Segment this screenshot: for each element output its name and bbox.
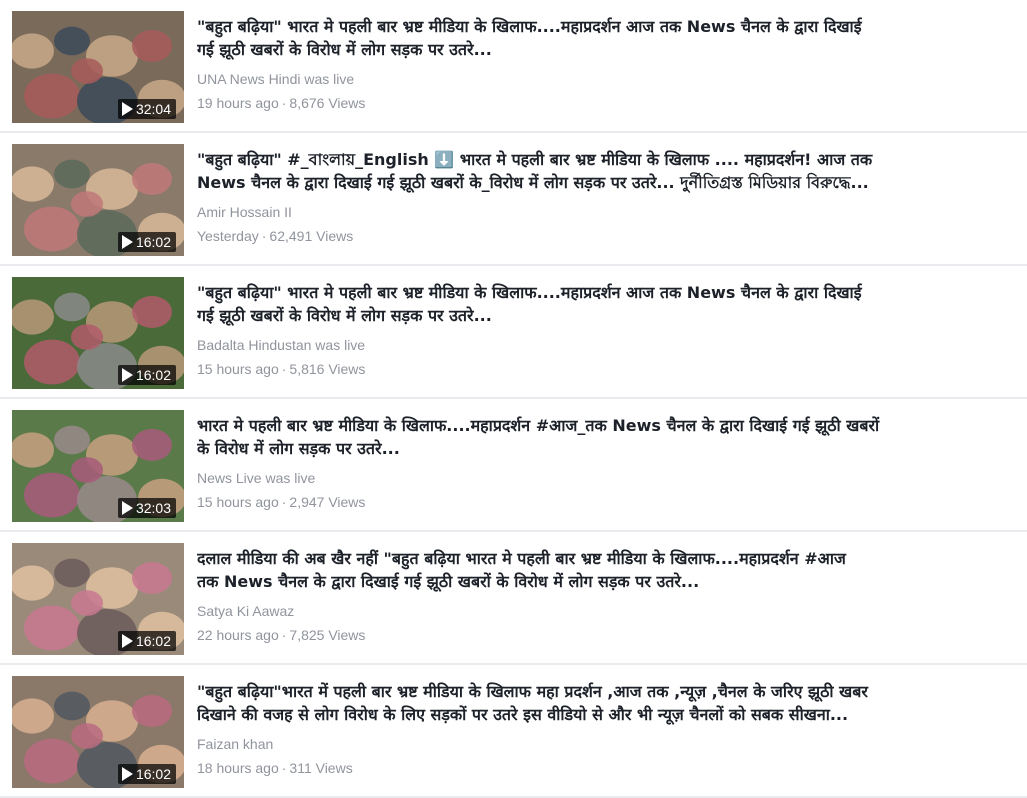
video-title-line: तक News चैनल के द्वारा दिखाई गई झूठी खबर… [197, 572, 700, 591]
video-title-line: दिखाने की वजह से लोग विरोध के लिए सड़कों… [197, 705, 849, 724]
play-icon [121, 368, 133, 382]
meta-separator: · [281, 95, 287, 111]
meta-separator: · [281, 494, 287, 510]
posted-time[interactable]: Yesterday [197, 228, 259, 244]
video-title-line: के विरोध में लोग सड़क पर उतरे... [197, 439, 400, 458]
video-meta: 19 hours ago · 8,676 Views [197, 95, 365, 111]
channel-name-link[interactable]: UNA News Hindi was live [197, 71, 354, 87]
duration-text: 32:04 [135, 101, 171, 117]
duration-text: 16:02 [135, 367, 171, 383]
view-count: 5,816 Views [289, 361, 366, 377]
video-thumbnail[interactable]: 32:04 [12, 11, 184, 123]
duration-badge: 32:03 [117, 498, 176, 518]
channel-name-link[interactable]: Faizan khan [197, 736, 273, 752]
video-list-item[interactable]: 32:04 "बहुत बढ़िया" भारत मे पहली बार भ्रष… [0, 0, 1027, 131]
meta-separator: · [281, 361, 287, 377]
duration-badge: 16:02 [117, 365, 176, 385]
video-list-item[interactable]: 16:02 "बहुत बढ़िया" #_বাংলায়_English ⬇️ … [0, 133, 1027, 264]
video-meta: 18 hours ago · 311 Views [197, 760, 353, 776]
video-thumbnail[interactable]: 16:02 [12, 543, 184, 655]
video-title-link[interactable]: "बहुत बढ़िया" भारत मे पहली बार भ्रष्ट मी… [197, 281, 1017, 327]
play-icon [121, 767, 133, 781]
video-title-link[interactable]: "बहुत बढ़िया" भारत मे पहली बार भ्रष्ट मी… [197, 15, 1017, 61]
play-icon [121, 235, 133, 249]
video-meta: 22 hours ago · 7,825 Views [197, 627, 365, 643]
video-list-item[interactable]: 32:03 भारत मे पहली बार भ्रष्ट मीडिया के ख… [0, 399, 1027, 530]
video-title-line: "बहुत बढ़िया"भारत में पहली बार भ्रष्ट मी… [197, 682, 868, 701]
video-meta: 15 hours ago · 2,947 Views [197, 494, 365, 510]
view-count: 2,947 Views [289, 494, 366, 510]
duration-text: 16:02 [135, 633, 171, 649]
meta-separator: · [261, 228, 267, 244]
video-title-link[interactable]: "बहुत बढ़िया" #_বাংলায়_English ⬇️ भारत … [197, 148, 1017, 194]
video-title-line: "बहुत बढ़िया" भारत मे पहली बार भ्रष्ट मी… [197, 283, 862, 302]
duration-text: 16:02 [135, 766, 171, 782]
duration-text: 16:02 [135, 234, 171, 250]
video-title-line: गई झूठी खबरों के विरोध में लोग सड़क पर उ… [197, 40, 492, 59]
video-list-item[interactable]: 16:02 "बहुत बढ़िया"भारत में पहली बार भ्रष… [0, 665, 1027, 796]
video-title-link[interactable]: भारत मे पहली बार भ्रष्ट मीडिया के खिलाफ.… [197, 414, 1017, 460]
video-title-link[interactable]: "बहुत बढ़िया"भारत में पहली बार भ्रष्ट मी… [197, 680, 1017, 726]
duration-badge: 32:04 [117, 99, 176, 119]
channel-name-link[interactable]: News Live was live [197, 470, 315, 486]
video-thumbnail[interactable]: 16:02 [12, 144, 184, 256]
duration-badge: 16:02 [117, 232, 176, 252]
play-icon [121, 102, 133, 116]
duration-text: 32:03 [135, 500, 171, 516]
posted-time[interactable]: 15 hours ago [197, 361, 279, 377]
meta-separator: · [281, 627, 287, 643]
play-icon [121, 634, 133, 648]
video-title-line: "बहुत बढ़िया" भारत मे पहली बार भ्रष्ट मी… [197, 17, 862, 36]
posted-time[interactable]: 22 hours ago [197, 627, 279, 643]
posted-time[interactable]: 15 hours ago [197, 494, 279, 510]
video-title-line: भारत मे पहली बार भ्रष्ट मीडिया के खिलाफ.… [197, 416, 880, 435]
video-title-line: गई झूठी खबरों के विरोध में लोग सड़क पर उ… [197, 306, 492, 325]
video-list-item[interactable]: 16:02 दलाल मीडिया की अब खैर नहीं "बहुत बढ… [0, 532, 1027, 663]
channel-name-link[interactable]: Amir Hossain II [197, 204, 292, 220]
meta-separator: · [281, 760, 287, 776]
video-title-line: "बहुत बढ़िया" #_বাংলায়_English ⬇️ भारत … [197, 150, 873, 169]
video-thumbnail[interactable]: 16:02 [12, 676, 184, 788]
video-thumbnail[interactable]: 16:02 [12, 277, 184, 389]
duration-badge: 16:02 [117, 764, 176, 784]
play-icon [121, 501, 133, 515]
posted-time[interactable]: 19 hours ago [197, 95, 279, 111]
channel-name-link[interactable]: Badalta Hindustan was live [197, 337, 365, 353]
channel-name-link[interactable]: Satya Ki Aawaz [197, 603, 294, 619]
video-thumbnail[interactable]: 32:03 [12, 410, 184, 522]
view-count: 7,825 Views [289, 627, 366, 643]
view-count: 62,491 Views [269, 228, 354, 244]
video-title-line: दलाल मीडिया की अब खैर नहीं "बहुत बढ़िया … [197, 549, 846, 568]
video-list-item[interactable]: 16:02 "बहुत बढ़िया" भारत मे पहली बार भ्रष… [0, 266, 1027, 397]
video-title-link[interactable]: दलाल मीडिया की अब खैर नहीं "बहुत बढ़िया … [197, 547, 1017, 593]
video-meta: Yesterday · 62,491 Views [197, 228, 353, 244]
video-title-line: News चैनल के द्वारा दिखाई गई झूठी खबरों … [197, 173, 869, 192]
video-list: 32:04 "बहुत बढ़िया" भारत मे पहली बार भ्रष… [0, 0, 1027, 798]
view-count: 8,676 Views [289, 95, 366, 111]
duration-badge: 16:02 [117, 631, 176, 651]
posted-time[interactable]: 18 hours ago [197, 760, 279, 776]
video-meta: 15 hours ago · 5,816 Views [197, 361, 365, 377]
view-count: 311 Views [289, 760, 353, 776]
